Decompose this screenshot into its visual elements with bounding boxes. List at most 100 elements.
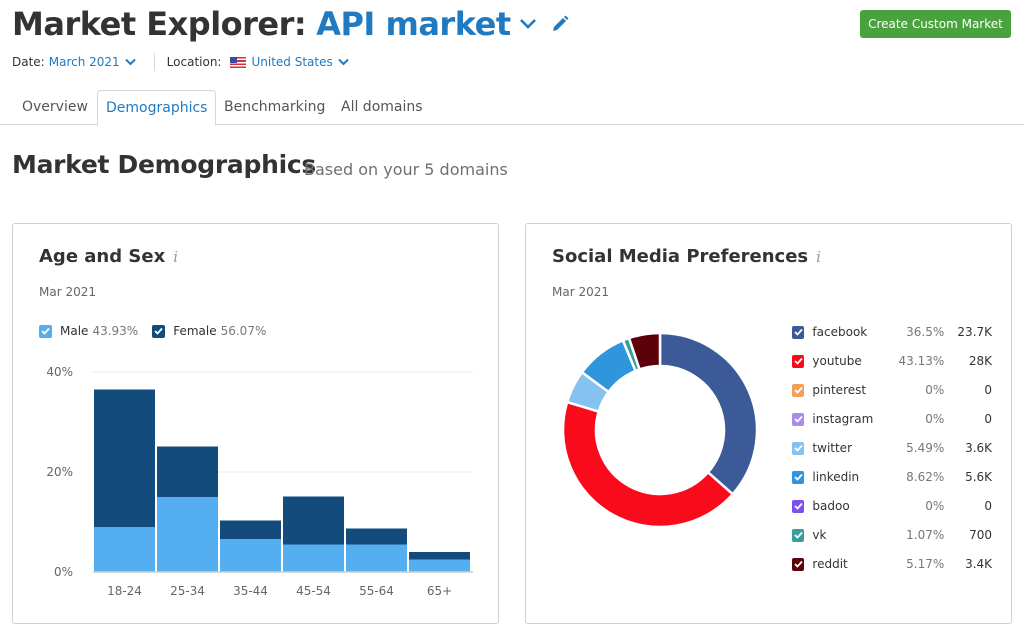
info-icon[interactable]: i bbox=[173, 248, 178, 266]
instagram-checkbox[interactable] bbox=[792, 412, 805, 426]
bar-male-18-24[interactable] bbox=[94, 527, 155, 572]
age-sex-card: Age and Sex i Mar 2021 Male 43.93% Femal… bbox=[12, 223, 499, 624]
tab-bar: Overview Demographics Benchmarking All d… bbox=[0, 90, 1024, 126]
legend-item-male[interactable]: Male 43.93% bbox=[39, 324, 138, 338]
page-header: Market Explorer: API market bbox=[12, 2, 569, 46]
social-media-date: Mar 2021 bbox=[552, 285, 609, 299]
x-tick-label: 35-44 bbox=[233, 584, 268, 598]
bar-female-55-64[interactable] bbox=[346, 528, 407, 545]
legend-item-twitter[interactable]: twitter 5.49% 3.6K bbox=[792, 439, 992, 457]
y-tick-label: 40% bbox=[46, 365, 73, 379]
female-checkbox[interactable] bbox=[152, 324, 166, 338]
x-tick-label: 25-34 bbox=[170, 584, 205, 598]
legend-count: 700 bbox=[969, 528, 993, 542]
legend-count: 0 bbox=[984, 499, 993, 513]
bar-female-25-34[interactable] bbox=[157, 446, 218, 498]
pinterest-checkbox[interactable] bbox=[792, 383, 805, 397]
y-tick-label: 20% bbox=[46, 465, 73, 479]
legend-count: 28K bbox=[968, 354, 993, 368]
legend-percent: 0% bbox=[925, 499, 945, 513]
bar-female-35-44[interactable] bbox=[220, 520, 281, 540]
legend-count: 0 bbox=[984, 412, 993, 426]
legend-item-pinterest[interactable]: pinterest 0% 0 bbox=[792, 381, 992, 399]
x-tick-label: 55-64 bbox=[359, 584, 394, 598]
legend-item-badoo[interactable]: badoo 0% 0 bbox=[792, 497, 992, 515]
bar-male-25-34[interactable] bbox=[157, 497, 218, 572]
section-subtitle: Based on your 5 domains bbox=[304, 160, 508, 179]
legend-item-reddit[interactable]: reddit 5.17% 3.4K bbox=[792, 555, 992, 573]
facebook-checkbox[interactable] bbox=[792, 325, 805, 339]
legend-label: vk bbox=[812, 528, 827, 542]
market-dropdown-chevron-icon[interactable] bbox=[519, 14, 539, 34]
legend-percent: 43.93% bbox=[92, 324, 139, 338]
bar-male-55-64[interactable] bbox=[346, 544, 407, 573]
legend-item-youtube[interactable]: youtube 43.13% 28K bbox=[792, 352, 992, 370]
legend-item-instagram[interactable]: instagram 0% 0 bbox=[792, 410, 992, 428]
reddit-checkbox[interactable] bbox=[792, 557, 805, 571]
legend-item-female[interactable]: Female 56.07% bbox=[152, 324, 266, 338]
legend-label: reddit bbox=[812, 557, 848, 571]
filter-divider bbox=[153, 53, 155, 71]
sex-legend: Male 43.93% Female 56.07% bbox=[39, 324, 280, 338]
badoo-checkbox[interactable] bbox=[792, 499, 805, 513]
legend-percent: 36.5% bbox=[906, 325, 945, 339]
tab-benchmarking[interactable]: Benchmarking bbox=[216, 90, 333, 125]
legend-count: 23.7K bbox=[957, 325, 993, 339]
bar-male-65+[interactable] bbox=[409, 559, 470, 573]
legend-percent: 43.13% bbox=[898, 354, 945, 368]
legend-count: 3.4K bbox=[965, 557, 993, 571]
date-dropdown[interactable]: March 2021 bbox=[49, 55, 136, 69]
social-media-title: Social Media Preferences i bbox=[552, 246, 821, 267]
linkedin-checkbox[interactable] bbox=[792, 470, 805, 484]
pencil-icon[interactable] bbox=[551, 15, 569, 33]
section-title: Market Demographics bbox=[12, 150, 316, 179]
x-tick-label: 18-24 bbox=[107, 584, 142, 598]
donut-slice-facebook[interactable] bbox=[658, 331, 759, 496]
date-label: Date: bbox=[12, 55, 45, 69]
legend-count: 3.6K bbox=[965, 441, 993, 455]
age-sex-bar-chart: 0% 20% 40% 18-24 25-34 35-44 45-54 55-64 65+ bbox=[46, 365, 473, 598]
legend-label: instagram bbox=[812, 412, 874, 426]
chevron-down-icon bbox=[338, 58, 349, 66]
page-title: Market Explorer: bbox=[12, 5, 307, 43]
bar-male-35-44[interactable] bbox=[220, 539, 281, 572]
social-media-card: Social Media Preferences i Mar 2021 face… bbox=[525, 223, 1012, 624]
legend-percent: 1.07% bbox=[906, 528, 945, 542]
x-tick-label: 45-54 bbox=[296, 584, 331, 598]
legend-label: Male bbox=[60, 324, 89, 338]
tab-demographics[interactable]: Demographics bbox=[97, 90, 217, 126]
legend-percent: 0% bbox=[925, 383, 945, 397]
legend-percent: 8.62% bbox=[906, 470, 945, 484]
age-sex-title: Age and Sex i bbox=[39, 246, 178, 267]
date-value: March 2021 bbox=[48, 55, 120, 69]
location-value: United States bbox=[251, 55, 333, 69]
twitter-checkbox[interactable] bbox=[792, 441, 805, 455]
legend-label: pinterest bbox=[812, 383, 867, 397]
create-custom-market-button[interactable]: Create Custom Market bbox=[860, 10, 1011, 38]
chevron-down-icon bbox=[124, 58, 136, 66]
legend-item-vk[interactable]: vk 1.07% 700 bbox=[792, 526, 992, 544]
legend-label: twitter bbox=[812, 441, 853, 455]
vk-checkbox[interactable] bbox=[792, 528, 805, 542]
bar-male-45-54[interactable] bbox=[283, 544, 344, 573]
y-tick-label: 0% bbox=[54, 565, 73, 579]
location-dropdown[interactable]: United States bbox=[225, 55, 349, 69]
legend-item-facebook[interactable]: facebook 36.5% 23.7K bbox=[792, 323, 992, 341]
tab-overview[interactable]: Overview bbox=[14, 90, 96, 125]
bar-female-18-24[interactable] bbox=[94, 389, 155, 528]
donut-slice-youtube[interactable] bbox=[561, 400, 735, 529]
legend-item-linkedin[interactable]: linkedin 8.62% 5.6K bbox=[792, 468, 992, 486]
legend-label: Female bbox=[173, 324, 217, 338]
social-media-title-text: Social Media Preferences bbox=[552, 246, 809, 267]
bar-female-45-54[interactable] bbox=[283, 496, 344, 545]
legend-percent: 0% bbox=[925, 412, 945, 426]
tab-all-domains[interactable]: All domains bbox=[333, 90, 431, 125]
male-checkbox[interactable] bbox=[39, 324, 52, 338]
info-icon[interactable]: i bbox=[816, 248, 821, 266]
social-media-donut-chart bbox=[561, 331, 759, 529]
legend-label: linkedin bbox=[812, 470, 860, 484]
x-tick-label: 65+ bbox=[427, 584, 452, 598]
market-name[interactable]: API market bbox=[316, 5, 511, 43]
bar-female-65+[interactable] bbox=[409, 552, 470, 560]
youtube-checkbox[interactable] bbox=[792, 354, 805, 368]
